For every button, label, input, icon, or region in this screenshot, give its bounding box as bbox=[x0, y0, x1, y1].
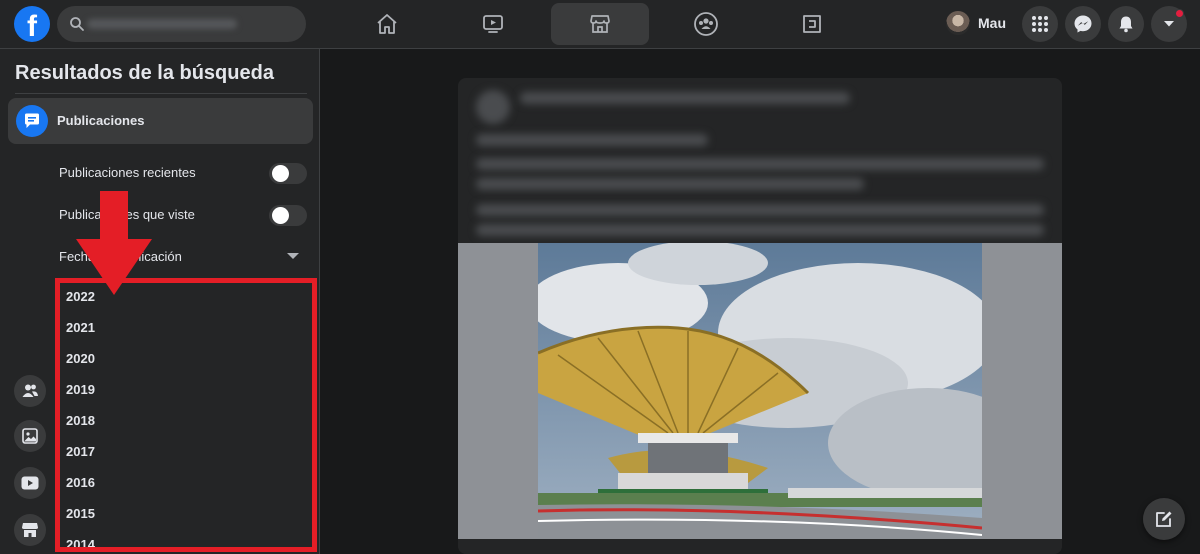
posts-icon bbox=[16, 105, 48, 137]
tab-groups[interactable] bbox=[657, 3, 755, 45]
photos-icon bbox=[22, 428, 38, 444]
tab-marketplace[interactable] bbox=[551, 3, 649, 45]
sidebar-item-people[interactable] bbox=[14, 375, 46, 407]
post-text-blurred bbox=[476, 224, 1044, 236]
menu-button[interactable] bbox=[1022, 6, 1058, 42]
year-option[interactable]: 2014 bbox=[66, 537, 95, 547]
red-arrow-annotation bbox=[76, 191, 152, 295]
messenger-icon bbox=[1074, 15, 1092, 33]
year-option[interactable]: 2016 bbox=[66, 475, 95, 490]
sidebar-item-label: Publicaciones bbox=[57, 113, 145, 128]
post-text-blurred bbox=[476, 158, 1044, 170]
marketplace-icon bbox=[590, 15, 610, 33]
year-option[interactable]: 2015 bbox=[66, 506, 95, 521]
messenger-button[interactable] bbox=[1065, 6, 1101, 42]
sidebar-item-publicaciones[interactable]: Publicaciones bbox=[8, 98, 313, 144]
year-option[interactable]: 2020 bbox=[66, 351, 95, 366]
search-query-blurred bbox=[87, 19, 237, 29]
chevron-down-icon bbox=[287, 253, 299, 259]
top-navigation-bar: f Mau bbox=[0, 0, 1200, 49]
post-author-avatar-blurred bbox=[476, 90, 510, 124]
profile-shortcut[interactable]: Mau bbox=[946, 11, 1006, 35]
year-option[interactable]: 2018 bbox=[66, 413, 95, 428]
new-message-button[interactable] bbox=[1143, 498, 1185, 540]
year-options-list: 2022 2021 2020 2019 2018 2017 2016 2015 … bbox=[55, 278, 317, 552]
post-footer bbox=[458, 539, 1062, 554]
groups-icon bbox=[694, 12, 718, 36]
people-icon bbox=[22, 384, 38, 397]
year-option[interactable]: 2021 bbox=[66, 320, 95, 335]
divider bbox=[15, 93, 307, 94]
avatar bbox=[946, 11, 970, 35]
sidebar-item-videos[interactable] bbox=[14, 467, 46, 499]
post-header-blurred bbox=[520, 92, 850, 104]
video-play-icon bbox=[21, 476, 39, 490]
tab-home[interactable] bbox=[338, 3, 436, 45]
compose-icon bbox=[1156, 511, 1172, 527]
recent-posts-toggle[interactable] bbox=[269, 163, 307, 184]
circuit-grandstand-photo bbox=[538, 243, 982, 539]
year-option[interactable]: 2019 bbox=[66, 382, 95, 397]
post-text-blurred bbox=[476, 134, 708, 146]
gaming-icon bbox=[803, 15, 821, 33]
search-input[interactable] bbox=[57, 6, 306, 42]
sidebar-item-photos[interactable] bbox=[14, 420, 46, 452]
video-icon bbox=[483, 15, 503, 33]
year-option[interactable]: 2017 bbox=[66, 444, 95, 459]
post-card bbox=[458, 78, 1062, 554]
post-image[interactable] bbox=[458, 243, 1062, 539]
filter-label: Publicaciones recientes bbox=[59, 165, 196, 180]
profile-name: Mau bbox=[978, 15, 1006, 31]
search-icon bbox=[70, 17, 84, 31]
filter-recent-posts[interactable]: Publicaciones recientes bbox=[59, 161, 307, 185]
post-text-blurred bbox=[476, 178, 864, 190]
notifications-icon bbox=[1119, 16, 1133, 33]
post-text-blurred bbox=[476, 204, 1044, 216]
home-icon bbox=[377, 14, 397, 34]
tab-gaming[interactable] bbox=[763, 3, 861, 45]
notification-badge-dot bbox=[1175, 9, 1184, 18]
facebook-logo[interactable]: f bbox=[14, 6, 50, 42]
account-button[interactable] bbox=[1151, 6, 1187, 42]
marketplace-icon bbox=[22, 523, 38, 537]
tab-watch[interactable] bbox=[444, 3, 542, 45]
menu-grid-icon bbox=[1032, 16, 1048, 32]
account-caret-icon bbox=[1164, 21, 1174, 27]
seen-posts-toggle[interactable] bbox=[269, 205, 307, 226]
notifications-button[interactable] bbox=[1108, 6, 1144, 42]
search-results-sidebar: Resultados de la búsqueda Publicaciones … bbox=[0, 49, 320, 554]
sidebar-title: Resultados de la búsqueda bbox=[15, 62, 274, 84]
sidebar-item-marketplace[interactable] bbox=[14, 514, 46, 546]
